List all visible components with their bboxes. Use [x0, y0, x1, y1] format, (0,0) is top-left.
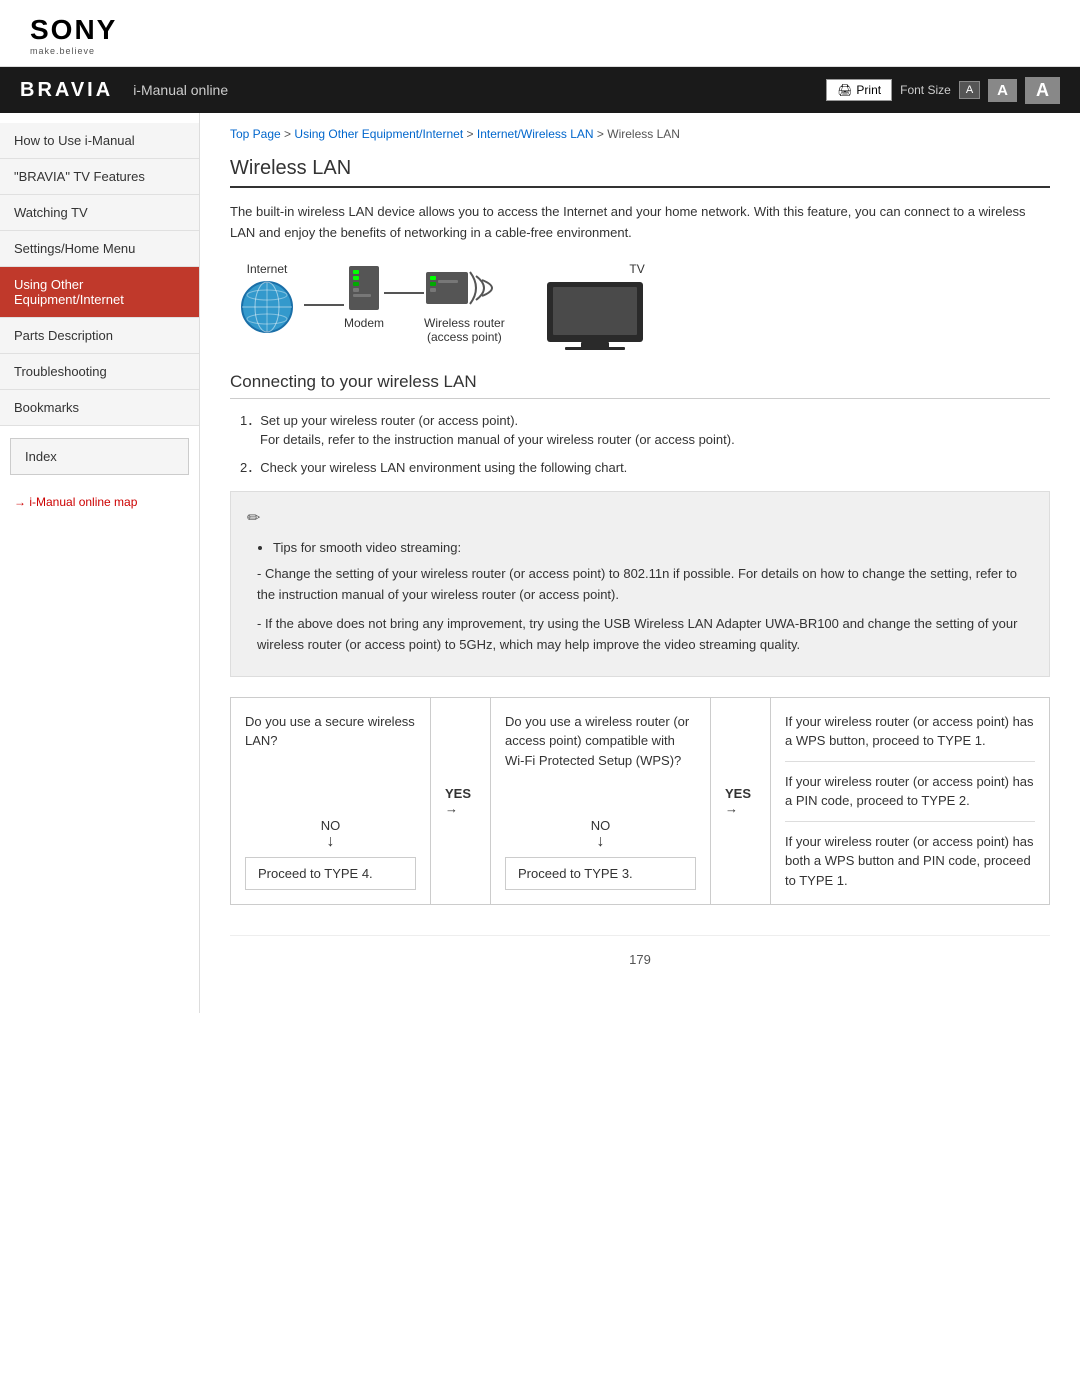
globe-icon [240, 280, 294, 334]
note-box: ✏ Tips for smooth video streaming: - Cha… [230, 491, 1050, 677]
page-title: Wireless LAN [230, 157, 1050, 188]
flow-results: If your wireless router (or access point… [785, 712, 1035, 891]
internet-label: Internet [247, 262, 288, 276]
modem-label: Modem [344, 316, 384, 330]
flow-yes1-label: YES → [445, 786, 476, 816]
step-2: 2．Check your wireless LAN environment us… [240, 458, 1050, 478]
flow-result-1: If your wireless router (or access point… [785, 712, 1035, 762]
modem-icon [345, 262, 383, 314]
sidebar-item-troubleshooting[interactable]: Troubleshooting [0, 354, 199, 390]
flow-no1-label: NO [245, 818, 416, 833]
sidebar: How to Use i-Manual "BRAVIA" TV Features… [0, 113, 200, 1013]
printer-icon: 🖨 [837, 83, 852, 97]
page-header: SONY make.believe [0, 0, 1080, 67]
flowchart-col-q2: Do you use a wireless router (or access … [491, 698, 711, 905]
flowchart-col-q1: Do you use a secure wireless LAN? NO ↓ P… [231, 698, 431, 905]
flow-no2-section: NO ↓ Proceed to TYPE 3. [505, 818, 696, 890]
flow-q2-text: Do you use a wireless router (or access … [505, 712, 696, 771]
breadcrumb-3[interactable]: Internet/Wireless LAN [477, 127, 594, 141]
sidebar-item-parts[interactable]: Parts Description [0, 318, 199, 354]
steps-list: 1．Set up your wireless router (or access… [240, 411, 1050, 478]
navbar: BRAVIA i-Manual online 🖨 Print Font Size… [0, 67, 1080, 113]
flow-q1-text: Do you use a secure wireless LAN? [245, 712, 416, 751]
flow-no1-arrow: ↓ [245, 833, 416, 851]
sidebar-item-bookmarks[interactable]: Bookmarks [0, 390, 199, 426]
navbar-title: i-Manual online [133, 82, 826, 98]
breadcrumb-top[interactable]: Top Page [230, 127, 281, 141]
router-label: Wireless router(access point) [424, 316, 505, 344]
tv-icon [545, 280, 645, 352]
tv-col: TV [545, 262, 645, 352]
note-list: Tips for smooth video streaming: - Chang… [257, 538, 1033, 656]
note-item-3: - If the above does not bring any improv… [257, 614, 1033, 656]
page-number: 179 [629, 952, 651, 967]
sony-text: SONY [30, 14, 117, 46]
sony-tagline: make.believe [30, 46, 95, 56]
font-small-button[interactable]: A [959, 81, 980, 99]
step-1-sub: For details, refer to the instruction ma… [260, 430, 1050, 450]
sidebar-index[interactable]: Index [10, 438, 189, 475]
flow-proceed4: Proceed to TYPE 4. [245, 857, 416, 890]
sidebar-item-bravia-features[interactable]: "BRAVIA" TV Features [0, 159, 199, 195]
flow-no2-arrow: ↓ [505, 833, 696, 851]
intro-text: The built-in wireless LAN device allows … [230, 202, 1050, 244]
flow-yes2-label: YES → [725, 786, 756, 816]
bravia-logo: BRAVIA [20, 79, 113, 102]
flowchart: Do you use a secure wireless LAN? NO ↓ P… [230, 697, 1050, 906]
line2 [384, 292, 424, 294]
font-size-label: Font Size [900, 83, 951, 97]
breadcrumb-current: Wireless LAN [607, 127, 680, 141]
router-icon [424, 262, 504, 314]
tv-label: TV [629, 262, 644, 276]
section2-title: Connecting to your wireless LAN [230, 372, 1050, 399]
flow-no2-label: NO [505, 818, 696, 833]
note-icon: ✏ [247, 506, 1033, 532]
breadcrumb-2[interactable]: Using Other Equipment/Internet [294, 127, 463, 141]
internet-col: Internet [240, 262, 294, 334]
flowchart-col-yes1: YES → [431, 698, 491, 905]
flow-result-2: If your wireless router (or access point… [785, 772, 1035, 822]
font-medium-button[interactable]: A [988, 79, 1017, 102]
print-button[interactable]: 🖨 Print [826, 79, 892, 101]
line1 [304, 304, 344, 306]
sidebar-item-how-to-use[interactable]: How to Use i-Manual [0, 123, 199, 159]
flow-no1-section: NO ↓ Proceed to TYPE 4. [245, 818, 416, 890]
note-item-2: - Change the setting of your wireless ro… [257, 564, 1033, 606]
main-layout: How to Use i-Manual "BRAVIA" TV Features… [0, 113, 1080, 1013]
step-1: 1．Set up your wireless router (or access… [240, 411, 1050, 450]
modem-col: Modem [344, 262, 384, 330]
sidebar-map-link[interactable]: → i-Manual online map [0, 487, 199, 517]
router-col: Wireless router(access point) [424, 262, 505, 344]
page-footer: 179 [230, 935, 1050, 983]
flowchart-col-yes2: YES → [711, 698, 771, 905]
flowchart-col-results: If your wireless router (or access point… [771, 698, 1049, 905]
main-content: Top Page > Using Other Equipment/Interne… [200, 113, 1080, 1013]
flow-proceed3: Proceed to TYPE 3. [505, 857, 696, 890]
network-diagram: Internet [230, 262, 1050, 352]
flow-result-3: If your wireless router (or access point… [785, 832, 1035, 891]
navbar-actions: 🖨 Print Font Size A A A [826, 77, 1060, 104]
font-large-button[interactable]: A [1025, 77, 1060, 104]
sidebar-item-watching-tv[interactable]: Watching TV [0, 195, 199, 231]
sidebar-item-equipment[interactable]: Using Other Equipment/Internet [0, 267, 199, 318]
note-item-1: Tips for smooth video streaming: [273, 538, 1033, 559]
sony-logo: SONY make.believe [30, 14, 1050, 56]
sidebar-item-settings[interactable]: Settings/Home Menu [0, 231, 199, 267]
breadcrumb: Top Page > Using Other Equipment/Interne… [230, 127, 1050, 141]
